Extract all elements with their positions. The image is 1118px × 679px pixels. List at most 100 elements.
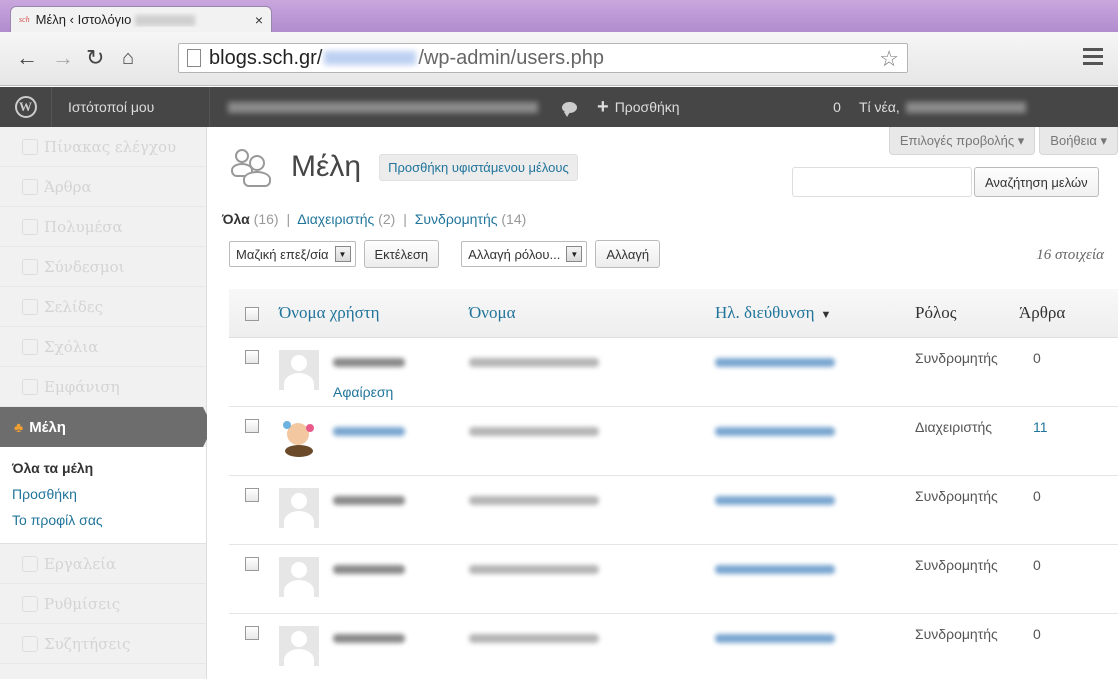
users-submenu: Όλα τα μέλη Προσθήκη Το προφίλ σας (0, 447, 206, 544)
username-link[interactable] (333, 426, 405, 436)
user-role: Συνδρομητής (915, 475, 1019, 545)
filter-all[interactable]: Όλα (222, 211, 250, 227)
dashboard-icon (22, 138, 38, 155)
forward-icon[interactable]: → (52, 46, 74, 70)
settings-icon (22, 595, 38, 612)
media-icon (22, 218, 38, 235)
browser-tab-bar: sch Μέλη ‹ Ιστολόγιο × (0, 0, 1118, 32)
email-link[interactable] (715, 426, 835, 436)
user-role: Συνδρομητής (915, 337, 1019, 407)
username-link[interactable] (333, 357, 405, 367)
apply-button[interactable]: Εκτέλεση (363, 240, 440, 268)
filter-administrators[interactable]: Διαχειριστής (297, 211, 374, 227)
submenu-all-users[interactable]: Όλα τα μέλη (0, 455, 206, 481)
email-link[interactable] (715, 564, 835, 574)
site-name-link[interactable] (210, 87, 545, 127)
role-filters: Όλα (16) | Διαχειριστής (2) | Συνδρομητή… (222, 211, 527, 227)
sidebar-item-posts[interactable]: Άρθρα (0, 167, 206, 207)
sidebar-item-comments[interactable]: Σχόλια (0, 327, 206, 367)
filter-subscribers[interactable]: Συνδρομητής (415, 211, 498, 227)
page-icon (187, 49, 201, 67)
username-link[interactable] (333, 564, 405, 574)
tab-close-icon[interactable]: × (255, 12, 263, 28)
appearance-icon (22, 378, 38, 395)
howdy-account[interactable]: Τί νέα, (851, 99, 1026, 115)
column-posts[interactable]: Άρθρα (1019, 289, 1118, 338)
sidebar-item-discussion[interactable]: Συζητήσεις (0, 624, 206, 664)
sidebar-item-settings[interactable]: Ρυθμίσεις (0, 584, 206, 624)
url-bar[interactable]: blogs.sch.gr/ /wp-admin/users.php ☆ (178, 43, 908, 73)
submenu-your-profile[interactable]: Το προφίλ σας (0, 507, 206, 533)
user-fullname (469, 564, 599, 574)
sidebar-item-links[interactable]: Σύνδεσμοι (0, 247, 206, 287)
new-content-link[interactable]: + Προσθήκη (593, 87, 823, 127)
user-fullname (469, 426, 599, 436)
post-count-link[interactable]: 11 (1019, 406, 1118, 476)
browser-toolbar: ← → ↻ ⌂ blogs.sch.gr/ /wp-admin/users.ph… (0, 32, 1118, 86)
help-button[interactable]: Βοήθεια ▾ (1039, 127, 1118, 155)
back-icon[interactable]: ← (16, 46, 38, 70)
submenu-add-new[interactable]: Προσθήκη (0, 481, 206, 507)
comments-icon[interactable] (545, 101, 593, 117)
select-all-checkbox[interactable] (245, 306, 259, 321)
column-name[interactable]: Όνομα (469, 289, 715, 338)
email-link[interactable] (715, 357, 835, 367)
browser-tab[interactable]: sch Μέλη ‹ Ιστολόγιο × (10, 6, 272, 32)
sort-desc-icon: ▼ (820, 308, 832, 321)
post-count: 0 (1019, 337, 1118, 407)
post-count: 0 (1019, 544, 1118, 614)
post-count: 0 (1019, 475, 1118, 545)
my-sites-link[interactable]: Ιστότοποί μου (52, 87, 210, 127)
column-username[interactable]: Όνομα χρήστη (279, 289, 469, 338)
avatar (279, 625, 319, 666)
row-checkbox[interactable] (245, 487, 259, 502)
admin-sidebar: Πίνακας ελέγχου Άρθρα Πολυμέσα Σύνδεσμοι… (0, 127, 213, 679)
change-button[interactable]: Αλλαγή (595, 240, 661, 268)
sidebar-item-tools[interactable]: Εργαλεία (0, 544, 206, 584)
table-row: Διαχειριστής 11 (229, 406, 1118, 476)
add-existing-user-button[interactable]: Προσθήκη υφιστάμενου μέλους (379, 153, 578, 181)
avatar (279, 487, 319, 528)
change-role-select[interactable]: Αλλαγή ρόλου... ▼ (461, 241, 588, 267)
url-path: /wp-admin/users.php (418, 46, 605, 69)
screen-options-button[interactable]: Επιλογές προβολής ▾ (888, 127, 1036, 155)
users-icon (229, 147, 277, 187)
search-input[interactable] (792, 167, 972, 197)
row-checkbox[interactable] (245, 349, 259, 364)
avatar (279, 418, 319, 459)
table-header-row: Όνομα χρήστη Όνομα Ηλ. διεύθυνση ▼ Ρόλος … (229, 289, 1118, 338)
table-row: Συνδρομητής 0 (229, 613, 1118, 679)
user-fullname (469, 495, 599, 505)
column-role: Ρόλος (915, 289, 1019, 338)
home-icon[interactable]: ⌂ (122, 46, 134, 70)
user-fullname (469, 357, 599, 367)
column-email[interactable]: Ηλ. διεύθυνση ▼ (715, 289, 915, 338)
username-link[interactable] (333, 495, 405, 505)
posts-icon (22, 178, 38, 195)
row-checkbox[interactable] (245, 418, 259, 433)
sidebar-item-media[interactable]: Πολυμέσα (0, 207, 206, 247)
row-checkbox[interactable] (245, 556, 259, 571)
tablenav-actions: Μαζική επεξ/σία ▼ Εκτέλεση Αλλαγή ρόλου..… (229, 240, 661, 268)
row-checkbox[interactable] (245, 625, 259, 640)
screen-meta-links: Επιλογές προβολής ▾ Βοήθεια ▾ (888, 127, 1118, 155)
sidebar-item-appearance[interactable]: Εμφάνιση (0, 367, 206, 407)
email-link[interactable] (715, 633, 835, 643)
bulk-actions-select[interactable]: Μαζική επεξ/σία ▼ (229, 241, 356, 267)
reload-icon[interactable]: ↻ (86, 46, 104, 70)
sidebar-item-dashboard[interactable]: Πίνακας ελέγχου (0, 127, 206, 167)
table-row: Συνδρομητής 0 (229, 475, 1118, 545)
user-role: Συνδρομητής (915, 613, 1019, 679)
remove-link[interactable]: Αφαίρεση (333, 384, 405, 400)
username-link[interactable] (333, 633, 405, 643)
sidebar-item-users[interactable]: ♣ Μέλη (0, 407, 213, 447)
search-users-button[interactable]: Αναζήτηση μελών (974, 167, 1099, 197)
update-count[interactable]: 0 (823, 99, 851, 115)
url-host: blogs.sch.gr/ (209, 46, 323, 69)
email-link[interactable] (715, 495, 835, 505)
browser-menu-icon[interactable] (1080, 44, 1106, 70)
sidebar-item-pages[interactable]: Σελίδες (0, 287, 206, 327)
bookmark-star-icon[interactable]: ☆ (879, 46, 899, 72)
wordpress-logo-icon[interactable]: W (0, 87, 52, 127)
avatar (279, 556, 319, 597)
